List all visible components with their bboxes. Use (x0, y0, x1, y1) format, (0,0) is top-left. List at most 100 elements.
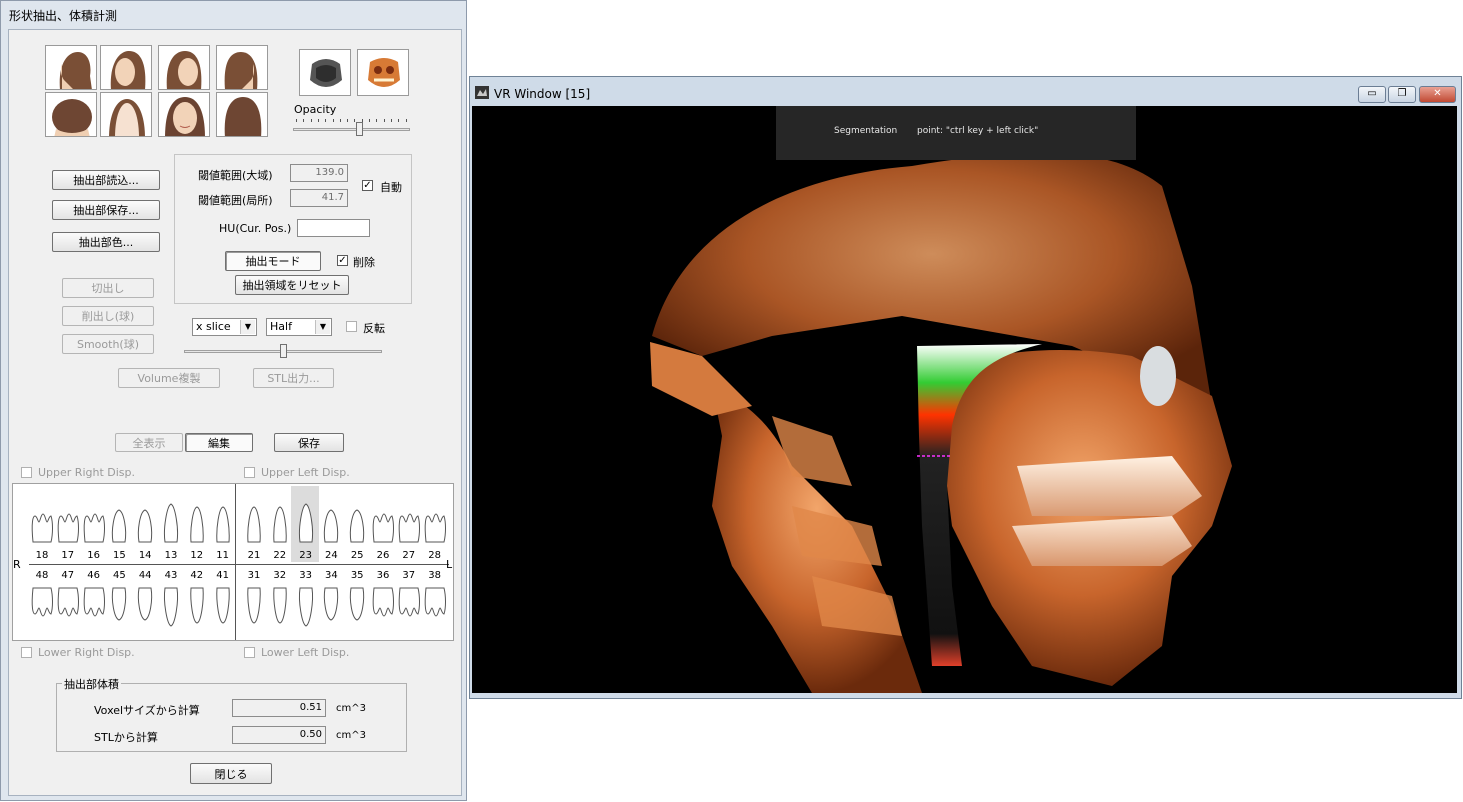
tooth-number-35: 35 (350, 570, 364, 581)
volume-render-viewport[interactable]: Segmentation point: "ctrl key + left cli… (472, 106, 1457, 693)
stl-export-button[interactable]: STL出力... (253, 368, 334, 388)
tooth-37[interactable] (396, 586, 422, 630)
auto-label: 自動 (380, 181, 402, 194)
slice-mode-select[interactable]: Half ▼ (266, 318, 332, 336)
tooth-38[interactable] (422, 586, 448, 630)
tooth-34[interactable] (318, 586, 344, 630)
tooth-32[interactable] (267, 586, 293, 630)
volume-render-icon[interactable] (357, 49, 409, 96)
smooth-sphere-button[interactable]: Smooth(球) (62, 334, 154, 354)
carve-sphere-button[interactable]: 削出し(球) (62, 306, 154, 326)
tooth-number-46: 46 (87, 570, 100, 581)
show-all-button[interactable]: 全表示 (115, 433, 183, 452)
tooth-31[interactable] (241, 586, 267, 630)
right-marker: R (13, 558, 21, 571)
view-left-oblique-button[interactable] (158, 45, 210, 90)
tooth-number-34: 34 (325, 570, 338, 581)
upper-left-disp-label: Upper Left Disp. (261, 466, 350, 479)
tooth-23[interactable] (293, 502, 319, 546)
tooth-14[interactable] (132, 502, 158, 546)
global-threshold-label: 閾値範囲(大域) (198, 169, 273, 182)
chevron-down-icon[interactable]: ▼ (240, 320, 255, 334)
tooth-11[interactable] (210, 502, 236, 546)
voxel-volume-label: Voxelサイズから計算 (94, 704, 200, 717)
tooth-number-37: 37 (402, 570, 416, 581)
view-front-button[interactable] (158, 92, 210, 137)
tooth-46[interactable] (81, 586, 107, 630)
tooth-number-38: 38 (428, 570, 441, 581)
extraction-color-button[interactable]: 抽出部色... (52, 232, 160, 252)
slice-slider-thumb[interactable] (280, 344, 287, 358)
tooth-41[interactable] (210, 586, 236, 630)
extract-mode-button[interactable]: 抽出モード (225, 251, 321, 271)
opacity-slider-tick (405, 119, 407, 122)
tooth-18[interactable] (29, 502, 55, 546)
view-right-oblique-button[interactable] (100, 45, 152, 90)
hu-field[interactable] (297, 219, 370, 237)
tooth-24[interactable] (318, 502, 344, 546)
tooth-44[interactable] (132, 586, 158, 630)
tooth-47[interactable] (55, 586, 81, 630)
vr-window: VR Window [15] ▭ ❐ ✕ Segmentation point:… (469, 76, 1462, 699)
global-threshold-field[interactable]: 139.0 (290, 164, 348, 182)
stl-volume-unit: cm^3 (336, 730, 366, 741)
chevron-down-icon[interactable]: ▼ (315, 320, 330, 334)
surface-render-icon[interactable] (299, 49, 351, 96)
tooth-number-47: 47 (61, 570, 75, 581)
cut-button[interactable]: 切出し (62, 278, 154, 298)
auto-checkbox[interactable]: ✓ (362, 180, 373, 191)
opacity-slider-tick (347, 119, 349, 122)
save-extraction-button[interactable]: 抽出部保存... (52, 200, 160, 220)
tooth-25[interactable] (344, 502, 370, 546)
tooth-27[interactable] (396, 502, 422, 546)
close-window-button[interactable]: ✕ (1419, 86, 1456, 103)
voxel-volume-field[interactable]: 0.51 (232, 699, 326, 717)
tooth-13[interactable] (158, 502, 184, 546)
tooth-number-11: 11 (216, 550, 229, 561)
tooth-42[interactable] (184, 586, 210, 630)
invert-label: 反転 (363, 322, 385, 335)
upper-right-disp-checkbox[interactable] (21, 467, 32, 478)
tooth-16[interactable] (81, 502, 107, 546)
delete-checkbox[interactable]: ✓ (337, 255, 348, 266)
tooth-26[interactable] (370, 502, 396, 546)
view-bottom-button[interactable] (100, 92, 152, 137)
opacity-slider-track[interactable] (293, 128, 410, 131)
view-back-button[interactable] (216, 92, 268, 137)
edit-button[interactable]: 編集 (185, 433, 253, 452)
lower-right-disp-checkbox[interactable] (21, 647, 32, 658)
segmentation-mode-label: Segmentation (834, 126, 898, 136)
tooth-36[interactable] (370, 586, 396, 630)
slice-axis-select[interactable]: x slice ▼ (192, 318, 257, 336)
stl-volume-label: STLから計算 (94, 731, 158, 744)
tooth-33[interactable] (293, 586, 319, 630)
tooth-21[interactable] (241, 502, 267, 546)
lower-left-disp-checkbox[interactable] (244, 647, 255, 658)
view-left-profile-button[interactable] (216, 45, 268, 90)
restore-button[interactable]: ❐ (1388, 86, 1416, 103)
volume-copy-button[interactable]: Volume複製 (118, 368, 220, 388)
lower-left-disp-label: Lower Left Disp. (261, 646, 350, 659)
minimize-button[interactable]: ▭ (1358, 86, 1386, 103)
tooth-48[interactable] (29, 586, 55, 630)
opacity-slider-tick (332, 119, 334, 122)
tooth-12[interactable] (184, 502, 210, 546)
load-extraction-button[interactable]: 抽出部読込... (52, 170, 160, 190)
tooth-45[interactable] (106, 586, 132, 630)
view-top-button[interactable] (45, 92, 97, 137)
tooth-35[interactable] (344, 586, 370, 630)
tooth-15[interactable] (106, 502, 132, 546)
close-button[interactable]: 閉じる (190, 763, 272, 784)
tooth-43[interactable] (158, 586, 184, 630)
opacity-slider-thumb[interactable] (356, 122, 363, 136)
tooth-28[interactable] (422, 502, 448, 546)
view-right-profile-button[interactable] (45, 45, 97, 90)
tooth-22[interactable] (267, 502, 293, 546)
tooth-17[interactable] (55, 502, 81, 546)
stl-volume-field[interactable]: 0.50 (232, 726, 326, 744)
save-button[interactable]: 保存 (274, 433, 344, 452)
reset-region-button[interactable]: 抽出領域をリセット (235, 275, 349, 295)
upper-left-disp-checkbox[interactable] (244, 467, 255, 478)
local-threshold-field[interactable]: 41.7 (290, 189, 348, 207)
invert-checkbox[interactable] (346, 321, 357, 332)
